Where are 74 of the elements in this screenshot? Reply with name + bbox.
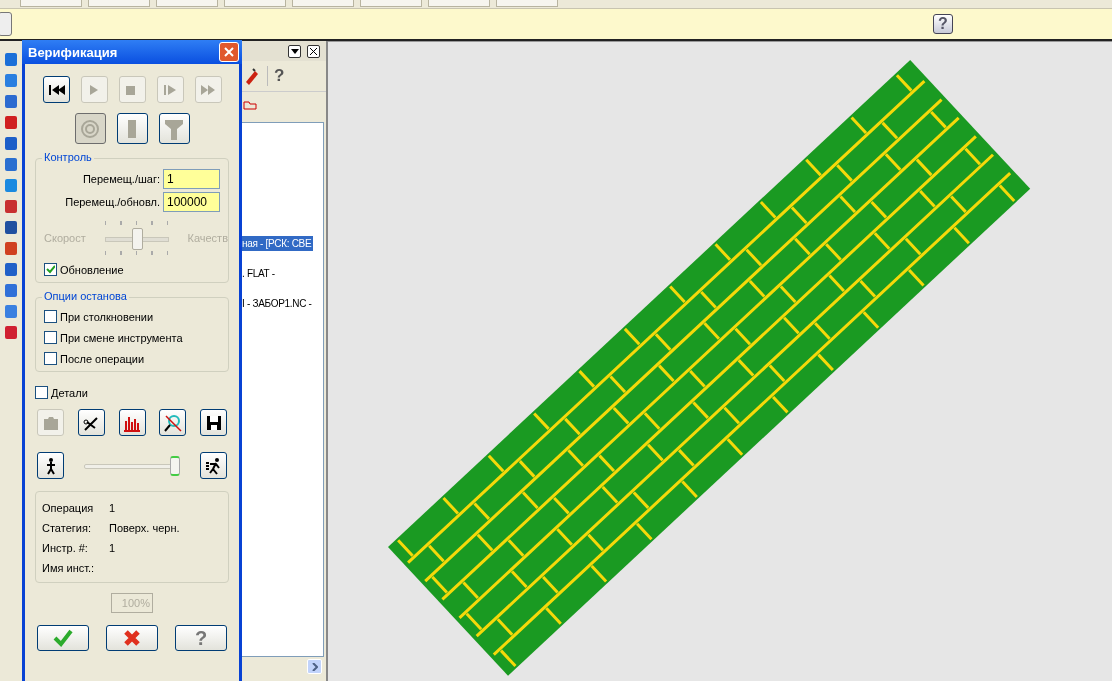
help-button[interactable]: ?	[933, 14, 953, 34]
info-label: Статегия:	[42, 522, 92, 534]
checkbox-label: Обновление	[60, 263, 124, 276]
info-label: Инстр. #:	[42, 542, 89, 554]
checkbox[interactable]	[44, 310, 57, 323]
group-title: Контроль	[42, 151, 94, 163]
group-title: Опции останова	[42, 290, 129, 302]
tree-item[interactable]: ная - [РСК: СВЕ	[239, 236, 314, 251]
dialog-title: Верификация	[28, 44, 118, 60]
checkbox-label: При столкновении	[60, 310, 154, 323]
bar-mode-button[interactable]	[116, 113, 148, 144]
help-button[interactable]: ?	[266, 66, 285, 86]
funnel-icon	[163, 117, 185, 140]
tool-icon[interactable]	[4, 305, 17, 318]
speed-slider[interactable]	[84, 455, 180, 476]
tool-icon[interactable]	[4, 242, 17, 255]
tool-icon[interactable]	[4, 95, 17, 108]
rewind-button[interactable]	[42, 76, 70, 103]
tool-icon[interactable]	[4, 326, 17, 339]
scroll-right-button[interactable]	[307, 659, 322, 674]
running-person-icon	[204, 456, 223, 475]
checkbox[interactable]	[44, 263, 57, 276]
close-icon	[310, 47, 317, 55]
cross-icon	[123, 629, 141, 647]
checkbox[interactable]	[35, 386, 48, 399]
tree-item[interactable]: I - ЗАБОР1.NC -	[239, 296, 314, 311]
tool-icon[interactable]	[4, 200, 17, 213]
tool-icon[interactable]	[4, 179, 17, 192]
tool-icon[interactable]	[4, 53, 17, 66]
magnifier-icon	[162, 412, 183, 433]
speed-label: Скорост	[44, 231, 86, 244]
tree-item[interactable]: . FLAT -	[239, 266, 277, 281]
quality-label: Качеств	[187, 231, 228, 244]
checkbox-label: При смене инструмента	[60, 331, 183, 344]
checkmark-icon	[53, 629, 73, 647]
input-field[interactable]: 1	[163, 169, 220, 189]
ok-button[interactable]	[37, 625, 89, 651]
concentric-circles-icon	[79, 117, 101, 140]
info-value: 1	[109, 502, 116, 514]
input-field[interactable]: 100000	[163, 192, 220, 212]
tool-icon[interactable]	[4, 158, 17, 171]
zoom-tool-button[interactable]	[159, 409, 187, 436]
folder-icon[interactable]	[242, 100, 257, 110]
tool-icon[interactable]	[4, 263, 17, 276]
arrow-right-icon	[311, 662, 318, 671]
slow-button[interactable]	[37, 452, 64, 479]
tool-icon[interactable]	[4, 284, 17, 297]
info-value: Поверх. черн.	[109, 522, 180, 534]
triangle-down-icon	[290, 48, 299, 54]
cancel-button[interactable]	[106, 625, 158, 651]
dropdown-button[interactable]	[288, 44, 301, 58]
spiral-mode-button[interactable]	[74, 113, 106, 144]
help-button[interactable]: ?	[175, 625, 227, 651]
field-label: Перемещ./шаг:	[82, 173, 160, 185]
tool-icon[interactable]	[4, 221, 17, 234]
close-icon	[224, 47, 234, 57]
info-value: 1	[109, 542, 116, 554]
tool-mode-button[interactable]	[158, 113, 190, 144]
info-label: Операция	[42, 502, 95, 514]
slider-thumb[interactable]	[170, 455, 180, 476]
tool-icon[interactable]	[4, 137, 17, 150]
tool-icon[interactable]	[4, 74, 17, 87]
chart-tool-button[interactable]	[118, 409, 146, 436]
close-button[interactable]	[307, 44, 320, 58]
cut-tool-button[interactable]	[77, 409, 105, 436]
checkbox[interactable]	[44, 331, 57, 344]
info-label: Имя инст.:	[42, 562, 96, 574]
save-tool-button[interactable]	[200, 409, 227, 436]
field-label: Перемещ./обновл.	[65, 196, 160, 208]
checkbox-label: После операции	[60, 352, 145, 365]
checkbox[interactable]	[44, 352, 57, 365]
tool-icon[interactable]	[4, 116, 17, 129]
checkbox-label: Детали	[51, 386, 88, 399]
fast-button[interactable]	[200, 452, 227, 479]
